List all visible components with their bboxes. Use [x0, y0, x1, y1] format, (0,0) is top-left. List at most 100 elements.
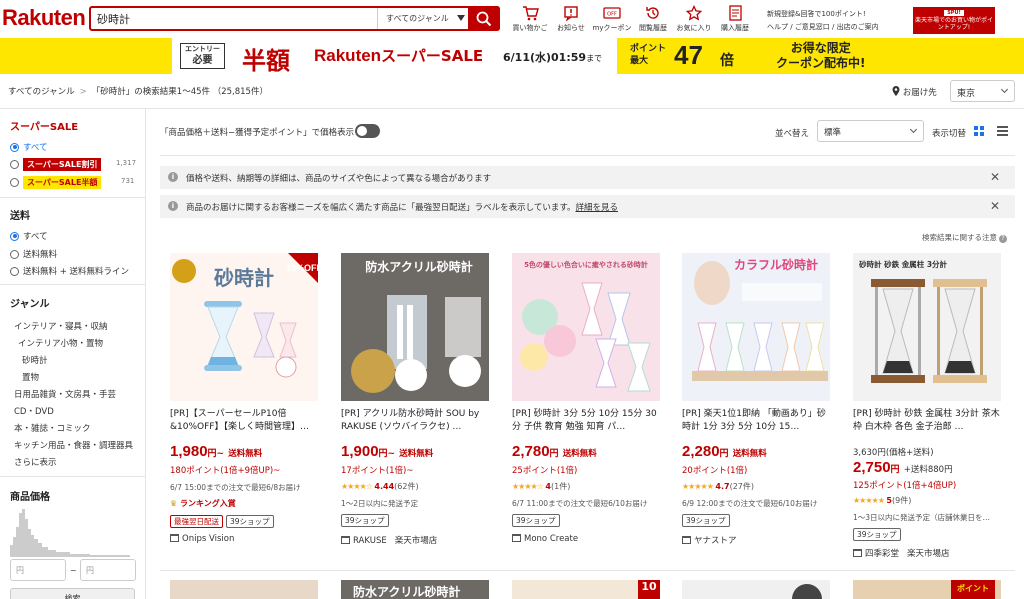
price-range-separator: ~ — [70, 566, 77, 575]
genre-select[interactable]: すべてのジャンル — [377, 8, 471, 29]
genre-select-label: すべてのジャンル — [386, 14, 449, 23]
close-icon[interactable]: ✕ — [990, 199, 1000, 213]
product-image[interactable]: 砂時計 砂鉄 金属柱 3分計 — [853, 253, 1001, 401]
entry-bottom: 必要 — [192, 55, 213, 66]
product-title[interactable]: [PR]【スーパーセールP10倍&10%OFF】【楽しく時間管理】… — [170, 408, 320, 434]
signup-promo-link[interactable]: 新規登録&回答で100ポイント! — [767, 9, 866, 19]
deadline-value: 6/11(水)01:59 — [503, 51, 587, 64]
search-button[interactable] — [468, 6, 500, 31]
review-rating[interactable]: ★★★★☆ 4(1件) — [512, 481, 570, 492]
filter-sidebar: スーパーSALE すべて スーパーSALE割引 1,317 スーパーSALE半額… — [0, 109, 145, 599]
svg-text:OFF: OFF — [607, 12, 617, 18]
product-image[interactable]: 10 — [512, 580, 660, 599]
product-image[interactable]: 5色の優しい色合いに癒やされる砂時計 — [512, 253, 660, 401]
help-links[interactable]: ヘルプ / ご意見窓口 / 出店のご案内 — [767, 22, 879, 32]
product-image[interactable]: 防水アクリル砂時計 — [341, 580, 489, 599]
shop-link[interactable]: ヤナストア — [682, 534, 737, 546]
price-display-toggle[interactable] — [355, 124, 380, 138]
product-image[interactable] — [682, 580, 830, 599]
product-image[interactable]: ポイント — [853, 580, 1001, 599]
product-image[interactable]: カラフル砂時計 — [682, 253, 830, 401]
coupon-link[interactable]: OFF myクーポン — [592, 4, 632, 33]
image-title-text: カラフル砂時計 — [734, 257, 818, 272]
history-link[interactable]: 閲覧履歴 — [633, 4, 673, 33]
delivery-label-text: お届け先 — [902, 88, 937, 98]
genre-link[interactable]: 置物 — [22, 371, 39, 383]
review-rating[interactable]: ★★★★★ 4.7(27件) — [682, 481, 754, 492]
genre-link[interactable]: CD・DVD — [14, 405, 54, 417]
search-icon — [476, 11, 492, 27]
genre-link[interactable]: 本・雑誌・コミック — [14, 422, 91, 434]
search-disclaimer-link[interactable]: 検索結果に関する注意? — [922, 232, 1007, 243]
product-points: 180ポイント(1倍+9倍UP)~ — [170, 466, 281, 476]
shop-link[interactable]: RAKUSE 楽天市場店 — [341, 534, 437, 546]
super-sale-banner[interactable]: エントリー 必要 半額 RakutenスーパーSALE 6/11(水)01:59… — [0, 38, 1024, 75]
purchase-history-label: 購入履歴 — [721, 24, 749, 32]
view-switch-label: 表示切替 — [932, 129, 967, 139]
product-title[interactable]: [PR] 楽天1位1即納 「動画あり」砂時計 1分 3分 5分 10分 15… — [682, 408, 832, 434]
spu-banner[interactable]: SPU! 楽天市場でのお買い物がポイントアップ! — [913, 7, 995, 34]
price-search-button[interactable]: 検索 — [10, 588, 135, 599]
genre-link[interactable]: インテリア小物・置物 — [18, 337, 103, 349]
review-count: (9件) — [891, 496, 912, 505]
ship-filter-free-line[interactable]: 送料無料 + 送料無料ライン — [10, 265, 129, 277]
close-icon[interactable]: ✕ — [990, 170, 1000, 184]
cart-link[interactable]: 買い物かご — [510, 4, 550, 33]
price-histogram — [10, 509, 130, 557]
price-min-input[interactable]: 円 — [10, 559, 66, 581]
info-icon: i — [168, 201, 178, 211]
show-more-genres[interactable]: さらに表示 — [14, 456, 57, 468]
genre-link[interactable]: インテリア・寝具・収納 — [14, 320, 108, 332]
product-points: 125ポイント(1倍+4倍UP) — [853, 481, 957, 491]
favorite-link[interactable]: お気に入り — [674, 4, 714, 33]
rating-value: 4.7 — [715, 482, 730, 491]
product-image[interactable]: 砂時計 10%OFF — [170, 253, 318, 401]
product-price: 1,980円~ 送料無料 — [170, 443, 262, 460]
search-input[interactable] — [97, 11, 367, 27]
list-view-icon[interactable] — [997, 126, 1008, 136]
price-filter-title: 商品価格 — [10, 492, 50, 503]
ship-filter-all[interactable]: すべて — [10, 230, 48, 242]
shop-link[interactable]: Mono Create — [512, 534, 578, 544]
shop-link[interactable]: Onips Vision — [170, 534, 234, 544]
price-max-input[interactable]: 円 — [80, 559, 136, 581]
sale-filter-half[interactable]: スーパーSALE半額 — [10, 176, 102, 189]
price-suffix: 円 — [549, 449, 559, 459]
notice-detail-link[interactable]: 詳細を見る — [575, 203, 618, 213]
genre-link[interactable]: 日用品雑貨・文房具・手芸 — [14, 388, 116, 400]
spu-label: SPU! — [944, 10, 964, 16]
sale-filter-all[interactable]: すべて — [10, 141, 48, 153]
disclaimer-text: 検索結果に関する注意 — [922, 233, 997, 242]
ship-filter-free[interactable]: 送料無料 — [10, 248, 57, 260]
product-image[interactable]: 防水アクリル砂時計 — [341, 253, 489, 401]
genre-link[interactable]: キッチン用品・食器・調理器具 — [14, 439, 133, 451]
notice-link[interactable]: お知らせ — [551, 4, 591, 33]
breadcrumb-root[interactable]: すべてのジャンル — [8, 87, 75, 97]
genre-link-current[interactable]: 砂時計 — [22, 354, 48, 366]
sort-select[interactable]: 標準 — [817, 120, 924, 142]
radio — [10, 266, 19, 276]
grid-view-icon[interactable] — [974, 126, 984, 136]
receipt-icon — [728, 5, 742, 21]
shop-39-badge: 39ショップ — [682, 514, 730, 527]
shop-39-badge: 39ショップ — [853, 528, 901, 541]
review-rating[interactable]: ★★★★★ 5(9件) — [853, 495, 911, 506]
rakuten-logo[interactable]: Rakuten — [2, 5, 86, 31]
delivery-info: 1〜2日以内に発送予定 — [341, 499, 419, 508]
product-title[interactable]: [PR] アクリル防水砂時計 SOU by RAKUSE (ソウバイラクセ) … — [341, 408, 491, 434]
header-icon-group: 買い物かご お知らせ OFF myクーポン 閲覧履歴 お気に入り 購入履歴 — [510, 4, 756, 33]
shop-link[interactable]: 四季彩堂 楽天市場店 — [853, 547, 950, 559]
image-title-text: 砂時計 — [214, 266, 274, 290]
sale-discount-tag: スーパーSALE割引 — [23, 158, 102, 171]
purchase-history-link[interactable]: 購入履歴 — [715, 4, 755, 33]
review-rating[interactable]: ★★★★☆ 4.44(62件) — [341, 481, 419, 492]
price-value: 2,780 — [512, 443, 550, 460]
region-select[interactable]: 東京 — [950, 80, 1015, 102]
product-image[interactable] — [170, 580, 318, 599]
product-title[interactable]: [PR] 砂時計 3分 5分 10分 15分 30分 子供 教育 勉強 知育 パ… — [512, 408, 662, 434]
notice-icon — [564, 5, 578, 21]
product-title[interactable]: [PR] 砂時計 砂鉄 金属柱 3分計 茶木枠 白木枠 各色 金子治郎 … — [853, 408, 1003, 434]
image-corner-text: ポイント — [951, 580, 995, 599]
sale-filter-discount[interactable]: スーパーSALE割引 — [10, 158, 102, 171]
price-suffix: 円~ — [378, 449, 396, 459]
